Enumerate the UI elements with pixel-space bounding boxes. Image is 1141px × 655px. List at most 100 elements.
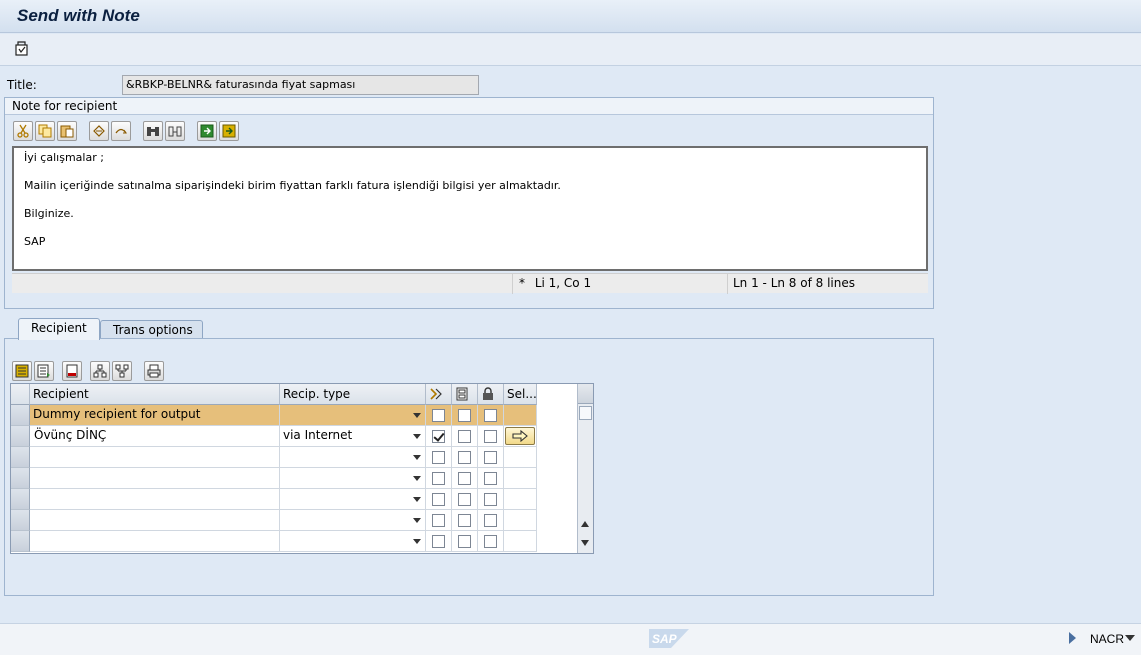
recipient-cell[interactable] xyxy=(30,447,280,468)
row-selector[interactable] xyxy=(11,468,30,489)
copy-button[interactable] xyxy=(35,121,55,141)
recip-type-dropdown[interactable] xyxy=(280,468,426,489)
table-row[interactable] xyxy=(11,447,537,468)
expand-button[interactable] xyxy=(90,361,110,381)
copy-checkbox[interactable] xyxy=(458,514,471,527)
save-local-file-button[interactable] xyxy=(219,121,239,141)
column-header-recip-type[interactable]: Recip. type xyxy=(280,384,426,405)
delete-row-button[interactable] xyxy=(62,361,82,381)
paste-button[interactable] xyxy=(57,121,77,141)
recip-type-dropdown[interactable] xyxy=(280,489,426,510)
recip-type-dropdown[interactable] xyxy=(280,531,426,552)
express-checkbox[interactable] xyxy=(432,472,445,485)
blind-copy-checkbox[interactable] xyxy=(484,493,497,506)
recip-type-dropdown[interactable] xyxy=(280,447,426,468)
recipient-cell[interactable] xyxy=(30,510,280,531)
blind-copy-checkbox[interactable] xyxy=(484,451,497,464)
column-header-express[interactable] xyxy=(426,384,452,405)
recip-type-dropdown[interactable]: via Internet xyxy=(280,426,426,447)
tab-trans-options[interactable]: Trans options xyxy=(100,320,203,340)
load-local-file-button[interactable] xyxy=(197,121,217,141)
column-settings-button[interactable] xyxy=(578,384,593,404)
recip-type-dropdown[interactable] xyxy=(280,405,426,426)
blind-copy-checkbox[interactable] xyxy=(484,430,497,443)
sel-cell xyxy=(504,531,537,552)
copy-checkbox[interactable] xyxy=(458,451,471,464)
find-next-button[interactable] xyxy=(165,121,185,141)
find-button[interactable] xyxy=(143,121,163,141)
collapse-button[interactable] xyxy=(112,361,132,381)
row-selector[interactable] xyxy=(11,405,30,426)
print-button[interactable] xyxy=(144,361,164,381)
column-header-blind-copy[interactable] xyxy=(478,384,504,405)
scroll-down-icon[interactable] xyxy=(581,540,589,546)
express-checkbox[interactable] xyxy=(432,493,445,506)
row-selector[interactable] xyxy=(11,531,30,552)
express-checkbox[interactable] xyxy=(432,535,445,548)
select-all-corner[interactable] xyxy=(11,384,30,405)
recipient-cell[interactable] xyxy=(30,531,280,552)
table-row[interactable] xyxy=(11,510,537,531)
recipient-cell[interactable]: Dummy recipient for output xyxy=(30,405,280,426)
express-checkbox[interactable] xyxy=(432,514,445,527)
table-row[interactable] xyxy=(11,468,537,489)
recipient-cell[interactable] xyxy=(30,489,280,510)
copy-checkbox[interactable] xyxy=(458,409,471,422)
append-row-button[interactable] xyxy=(34,361,54,381)
scrollbar-thumb[interactable] xyxy=(579,406,592,420)
recipient-cell[interactable] xyxy=(30,468,280,489)
copy-cell xyxy=(452,447,478,468)
table-vertical-scrollbar[interactable] xyxy=(577,384,593,553)
chevron-down-icon[interactable] xyxy=(1125,635,1135,641)
row-selector[interactable] xyxy=(11,447,30,468)
express-checkbox[interactable] xyxy=(432,451,445,464)
play-icon[interactable] xyxy=(1069,632,1076,644)
note-line xyxy=(24,193,916,207)
copy-checkbox[interactable] xyxy=(458,493,471,506)
display-change-button[interactable] xyxy=(13,40,31,58)
express-checkbox[interactable] xyxy=(432,430,445,443)
blind-copy-checkbox[interactable] xyxy=(484,514,497,527)
table-row[interactable] xyxy=(11,531,537,552)
copy-checkbox[interactable] xyxy=(458,535,471,548)
chevron-down-icon[interactable] xyxy=(413,476,421,481)
select-recipient-button[interactable] xyxy=(505,427,535,445)
blind-copy-checkbox[interactable] xyxy=(484,535,497,548)
tab-recipient[interactable]: Recipient xyxy=(18,318,100,340)
recip-type-dropdown[interactable] xyxy=(280,510,426,531)
chevron-down-icon[interactable] xyxy=(413,413,421,418)
copy-checkbox[interactable] xyxy=(458,430,471,443)
column-header-sel[interactable]: Sel... xyxy=(504,384,537,405)
row-selector[interactable] xyxy=(11,489,30,510)
cursor-position-text: Li 1, Co 1 xyxy=(534,276,592,290)
table-row[interactable] xyxy=(11,489,537,510)
chevron-down-icon[interactable] xyxy=(413,455,421,460)
chevron-down-icon[interactable] xyxy=(413,434,421,439)
insert-row-button[interactable] xyxy=(12,361,32,381)
chevron-down-icon[interactable] xyxy=(413,518,421,523)
chevron-down-icon[interactable] xyxy=(413,539,421,544)
note-text-editor[interactable]: İyi çalışmalar ; Mailin içeriğinde satın… xyxy=(12,146,928,271)
blind-copy-checkbox[interactable] xyxy=(484,472,497,485)
note-group: Note for recipient İyi çalışmalar ; Mail… xyxy=(4,97,934,309)
column-header-recipient[interactable]: Recipient xyxy=(30,384,280,405)
scroll-up-icon[interactable] xyxy=(581,521,589,527)
note-line: İyi çalışmalar ; xyxy=(24,151,104,164)
redo-button[interactable] xyxy=(111,121,131,141)
editor-status-bar: * Li 1, Co 1 Ln 1 - Ln 8 of 8 lines xyxy=(12,273,928,294)
arrow-right-icon xyxy=(512,430,528,442)
copy-checkbox[interactable] xyxy=(458,472,471,485)
recipient-cell[interactable]: Övünç DİNÇ xyxy=(30,426,280,447)
row-selector[interactable] xyxy=(11,426,30,447)
column-header-copy[interactable] xyxy=(452,384,478,405)
row-selector[interactable] xyxy=(11,510,30,531)
cut-button[interactable] xyxy=(13,121,33,141)
load-local-file-icon xyxy=(200,124,214,138)
title-input[interactable]: &RBKP-BELNR& faturasında fiyat sapması xyxy=(122,75,479,95)
express-checkbox[interactable] xyxy=(432,409,445,422)
table-row[interactable]: Övünç DİNÇ via Internet xyxy=(11,426,537,447)
chevron-down-icon[interactable] xyxy=(413,497,421,502)
undo-button[interactable] xyxy=(89,121,109,141)
blind-copy-checkbox[interactable] xyxy=(484,409,497,422)
table-row[interactable]: Dummy recipient for output xyxy=(11,405,537,426)
